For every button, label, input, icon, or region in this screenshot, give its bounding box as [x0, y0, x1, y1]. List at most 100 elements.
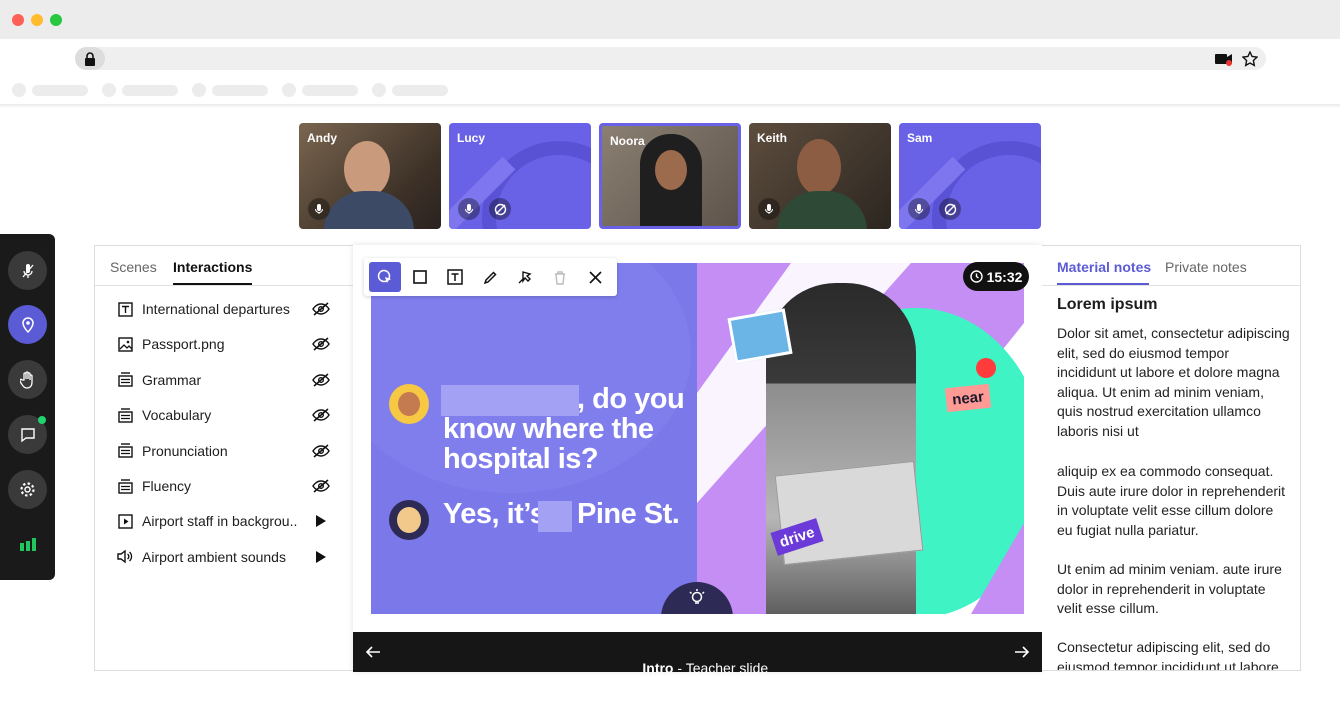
- slide-title-sub: Teacher slide: [685, 660, 769, 676]
- zoom-window-button[interactable]: [50, 14, 62, 26]
- pointer-tool-button[interactable]: [509, 262, 541, 292]
- laser-pointer-icon: [518, 271, 532, 284]
- text-tool-button[interactable]: [439, 262, 471, 292]
- select-tool-button[interactable]: [369, 262, 401, 292]
- text-icon: [447, 269, 463, 285]
- notes-panel: Material notes Private notes Lorem ipsum…: [1042, 245, 1301, 671]
- tab-scenes[interactable]: Scenes: [110, 259, 157, 275]
- bookmark-item[interactable]: [372, 82, 448, 98]
- minimize-window-button[interactable]: [31, 14, 43, 26]
- lock-icon[interactable]: [75, 47, 105, 70]
- interaction-list-item[interactable]: Pronunciation: [117, 440, 337, 462]
- tab-material-notes[interactable]: Material notes: [1057, 259, 1151, 275]
- bookmark-item[interactable]: [282, 82, 358, 98]
- interaction-list-item[interactable]: Airport ambient sounds: [117, 546, 337, 568]
- interaction-list-item[interactable]: International departures: [117, 298, 337, 320]
- notes-tabs: Material notes Private notes: [1042, 246, 1300, 286]
- bookmark-item[interactable]: [12, 82, 88, 98]
- participant-tile-keith[interactable]: Keith: [749, 123, 891, 229]
- pointer-circle-icon: [377, 269, 391, 283]
- pen-tool-button[interactable]: [474, 262, 506, 292]
- answer-prefix: Yes, it’s: [443, 498, 546, 530]
- participant-tile-lucy[interactable]: Lucy: [449, 123, 591, 229]
- settings-button[interactable]: [8, 470, 47, 509]
- slides-icon: [117, 478, 133, 494]
- pin-icon: [976, 358, 996, 378]
- participant-tile-noora[interactable]: Noora: [599, 123, 741, 229]
- address-bar[interactable]: [75, 47, 1266, 70]
- interaction-list-item[interactable]: Vocabulary: [117, 404, 337, 426]
- interaction-label: Grammar: [142, 371, 202, 388]
- interaction-list-item[interactable]: Fluency: [117, 475, 337, 497]
- interaction-label: Airport staff in backgrou..: [142, 513, 298, 530]
- bookmark-item[interactable]: [102, 82, 178, 98]
- eye-off-icon[interactable]: [312, 442, 330, 460]
- interaction-list-item[interactable]: Grammar: [117, 369, 337, 391]
- eye-off-icon[interactable]: [312, 300, 330, 318]
- slide-canvas[interactable]: near drive , do you know where the hospi…: [371, 263, 1024, 614]
- notes-paragraph: Ut enim ad minim veniam. aute irure dolo…: [1057, 561, 1282, 617]
- chat-icon: [20, 427, 35, 442]
- eye-off-icon[interactable]: [312, 371, 330, 389]
- mic-icon[interactable]: [308, 198, 330, 220]
- participant-name: Andy: [307, 131, 337, 145]
- location-pin-icon: [21, 316, 34, 333]
- raise-hand-button[interactable]: [8, 360, 47, 399]
- close-toolbar-button[interactable]: [579, 262, 611, 292]
- participant-tile-sam[interactable]: Sam: [899, 123, 1041, 229]
- interaction-label: Pronunciation: [142, 442, 228, 459]
- eye-off-icon[interactable]: [312, 406, 330, 424]
- question-line-3: hospital is?: [443, 443, 599, 475]
- eye-off-icon[interactable]: [312, 335, 330, 353]
- question-line-2: know where the: [443, 413, 654, 445]
- rectangle-tool-button[interactable]: [404, 262, 436, 292]
- interaction-list-item[interactable]: Passport.png: [117, 333, 337, 355]
- mic-icon[interactable]: [458, 198, 480, 220]
- timer-value: 15:32: [986, 268, 1023, 285]
- panel-tabs: Scenes Interactions: [95, 246, 364, 286]
- mic-icon[interactable]: [758, 198, 780, 220]
- gear-icon: [20, 482, 35, 497]
- avatar-boy: [389, 384, 429, 424]
- bookmark-item[interactable]: [192, 82, 268, 98]
- left-dock: [0, 234, 55, 580]
- pencil-icon: [483, 270, 497, 284]
- video-icon: [117, 513, 133, 529]
- delete-tool-button[interactable]: [544, 262, 576, 292]
- chat-button[interactable]: [8, 415, 47, 454]
- camera-off-icon[interactable]: [489, 198, 511, 220]
- mic-icon: [22, 263, 33, 278]
- mic-icon[interactable]: [908, 198, 930, 220]
- camera-blocked-icon[interactable]: [1215, 52, 1233, 66]
- bookmark-star-icon[interactable]: [1241, 50, 1259, 67]
- slides-icon: [117, 372, 133, 388]
- play-icon[interactable]: [312, 512, 330, 530]
- interaction-label: Passport.png: [142, 336, 225, 353]
- participant-tile-andy[interactable]: Andy: [299, 123, 441, 229]
- active-tab-underline: [1057, 283, 1149, 285]
- play-icon[interactable]: [312, 548, 330, 566]
- eye-off-icon[interactable]: [312, 477, 330, 495]
- connection-quality-icon[interactable]: [19, 537, 37, 551]
- location-button[interactable]: [8, 305, 47, 344]
- participant-name: Keith: [757, 131, 787, 145]
- slide-footer: Intro - Teacher slide: [353, 632, 1042, 676]
- clock-icon: [969, 270, 983, 283]
- notification-dot: [38, 416, 46, 424]
- lightbulb-icon[interactable]: [687, 588, 707, 608]
- mic-button[interactable]: [8, 251, 47, 290]
- next-slide-button[interactable]: [1014, 644, 1030, 660]
- interaction-list-item[interactable]: Airport staff in backgrou..: [117, 510, 337, 532]
- close-window-button[interactable]: [12, 14, 24, 26]
- camera-off-icon[interactable]: [939, 198, 961, 220]
- close-icon: [588, 270, 602, 284]
- tab-interactions[interactable]: Interactions: [173, 259, 252, 275]
- participant-name: Sam: [907, 131, 933, 145]
- window-titlebar: [0, 0, 1340, 39]
- slide-title-main: Intro: [642, 660, 674, 676]
- image-icon: [117, 336, 133, 352]
- blank-field: [538, 501, 572, 532]
- square-icon: [413, 270, 427, 284]
- tab-private-notes[interactable]: Private notes: [1165, 259, 1247, 275]
- trash-icon: [555, 270, 565, 285]
